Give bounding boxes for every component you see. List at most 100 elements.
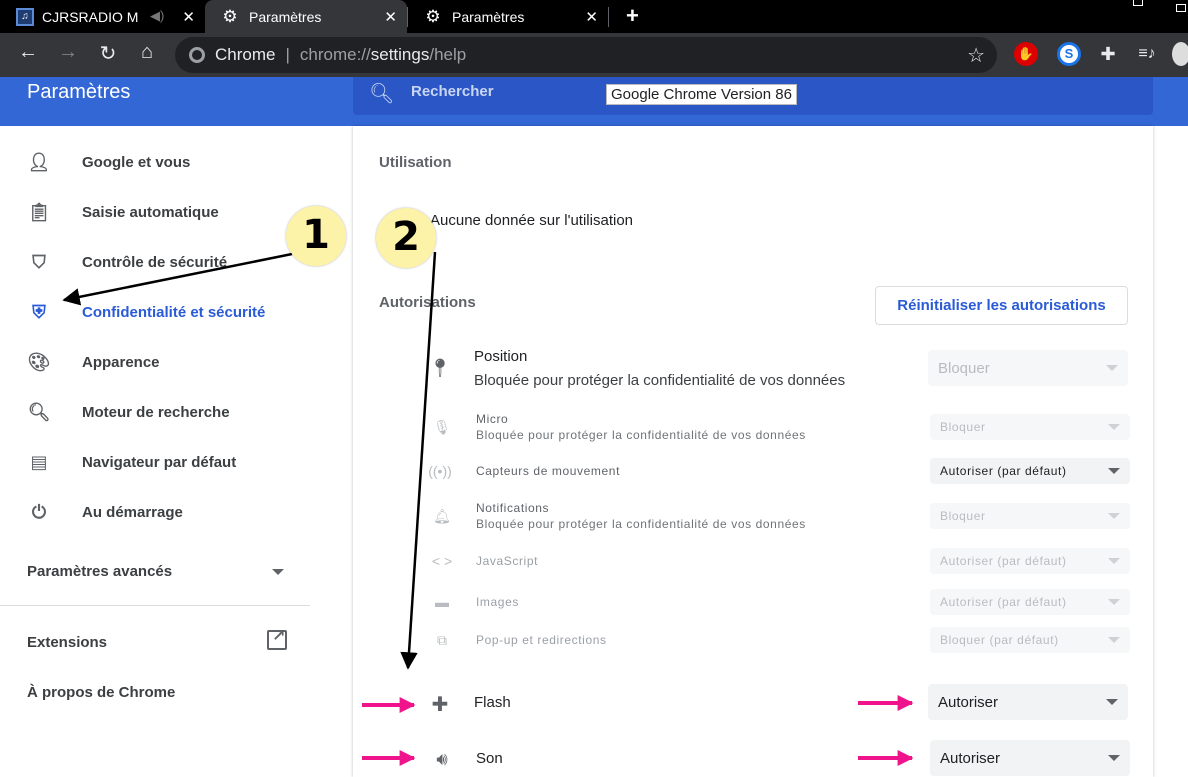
permission-name: Images [476, 595, 519, 609]
page-title: Paramètres [27, 81, 131, 103]
sidebar-item-label: Saisie automatique [82, 203, 219, 221]
gear-icon: ⚙ [425, 6, 441, 26]
code-icon: < > [431, 553, 453, 569]
permission-desc: Bloquée pour protéger la confidentialité… [474, 372, 846, 389]
omnibox-site-name: Chrome [215, 45, 276, 64]
extensions-puzzle-icon[interactable]: ✚ [1096, 42, 1120, 66]
permission-name: Position [474, 348, 528, 365]
permission-desc: Bloquée pour protéger la confidentialité… [476, 428, 806, 442]
sidebar-about-chrome[interactable]: À propos de Chrome [27, 684, 175, 701]
permission-name: Notifications [476, 501, 550, 515]
sidebar-divider [0, 605, 310, 606]
settings-sidebar: 👤︎ Google et vous 📋︎ Saisie automatique … [0, 126, 310, 777]
permission-name: Son [476, 750, 503, 767]
permission-name: JavaScript [476, 554, 539, 568]
reset-permissions-button[interactable]: Réinitialiser les autorisations [875, 286, 1128, 325]
browser-icon: ▤ [30, 451, 48, 472]
browser-toolbar: ← → ↻ ⌂ Chrome | chrome://settings/help … [0, 33, 1188, 77]
back-icon[interactable]: ← [14, 41, 42, 64]
sidebar-advanced[interactable]: Paramètres avancés [27, 563, 172, 580]
usage-text: Aucune donnée sur l'utilisation [430, 212, 633, 229]
sidebar-item-label: Confidentialité et sécurité [82, 303, 266, 321]
bell-icon: 🔔︎ [433, 508, 451, 524]
power-icon: ⏻ [31, 501, 47, 522]
permission-select[interactable]: Bloquer [928, 350, 1128, 386]
permission-name: Pop-up et redirections [476, 633, 607, 647]
popup-icon: ⧉ [437, 632, 447, 648]
sidebar-item-google[interactable]: 👤︎ Google et vous [0, 142, 310, 182]
omnibox-url: chrome://settings/help [300, 45, 466, 65]
tab-settings-2[interactable]: ⚙ Paramètres ✕ [408, 0, 608, 33]
sidebar-item-label: Au démarrage [82, 503, 183, 521]
chevron-down-icon[interactable] [272, 569, 284, 575]
mute-icon[interactable]: ◀) [150, 8, 164, 24]
sidebar-item-safety-check[interactable]: ⛉ Contrôle de sécurité [0, 242, 310, 282]
permission-desc: Bloquée pour protéger la confidentialité… [476, 517, 806, 531]
close-tab-icon[interactable]: ✕ [384, 8, 397, 26]
motion-sensor-icon: ((•)) [428, 463, 452, 479]
sidebar-item-label: Contrôle de sécurité [82, 253, 228, 271]
url-scheme: chrome:// [299, 45, 371, 64]
usage-title: Utilisation [379, 154, 452, 171]
tab-separator [608, 7, 609, 27]
profile-avatar[interactable] [1172, 42, 1188, 66]
window-restore-icon[interactable] [1176, 4, 1186, 12]
reload-icon[interactable]: ↻ [94, 41, 122, 66]
image-icon: ▬ [435, 594, 449, 610]
search-icon: 🔍︎ [369, 83, 395, 105]
sidebar-item-label: Navigateur par défaut [82, 453, 237, 471]
chrome-site-icon[interactable] [189, 47, 205, 63]
sidebar-item-label: Apparence [82, 353, 160, 371]
sidebar-item-startup[interactable]: ⏻ Au démarrage [0, 492, 310, 532]
permission-name: Micro [476, 412, 509, 426]
open-in-new-icon[interactable] [267, 626, 287, 650]
sidebar-item-privacy[interactable]: ⛨ Confidentialité et sécurité [0, 292, 310, 332]
permission-select[interactable]: Autoriser [930, 740, 1130, 776]
sidebar-item-appearance[interactable]: 🎨︎ Apparence [0, 342, 310, 382]
tab-title: Paramètres [452, 8, 525, 25]
permission-select[interactable]: Autoriser [928, 684, 1128, 720]
shield-check-icon: ⛉ [32, 251, 46, 272]
permission-select[interactable]: Bloquer [930, 414, 1130, 440]
permission-name: Capteurs de mouvement [476, 464, 621, 478]
annotation-badge-2: 2 [376, 208, 436, 268]
gear-icon: ⚙ [222, 6, 238, 26]
tab-radio[interactable]: ♫ CJRSRADIO M ◀) ✕ [0, 0, 205, 33]
version-tooltip: Google Chrome Version 86 [606, 84, 797, 105]
media-controls-icon[interactable]: ≡♪ [1135, 42, 1159, 66]
vpn-extension-icon[interactable]: S [1057, 42, 1081, 66]
sidebar-item-autofill[interactable]: 📋︎ Saisie automatique [0, 192, 310, 232]
annotation-badge-1: 1 [286, 206, 346, 266]
permission-select[interactable]: Autoriser (par défaut) [930, 589, 1130, 615]
permission-select[interactable]: Autoriser (par défaut) [930, 548, 1130, 574]
adblock-extension-icon[interactable]: ✋ [1014, 42, 1038, 66]
bookmark-star-icon[interactable]: ☆ [967, 43, 985, 68]
omnibox-divider: | [285, 45, 290, 64]
new-tab-icon[interactable]: + [626, 3, 639, 29]
tab-settings-1[interactable]: ⚙ Paramètres ✕ [205, 0, 407, 33]
permission-select[interactable]: Bloquer [930, 503, 1130, 529]
close-tab-icon[interactable]: ✕ [182, 8, 195, 26]
microphone-icon: 🎙︎ [433, 419, 451, 435]
close-tab-icon[interactable]: ✕ [585, 8, 598, 26]
settings-header: Paramètres 🔍︎ [0, 77, 1188, 126]
address-bar[interactable]: Chrome | chrome://settings/help ☆ [175, 37, 997, 73]
sidebar-extensions[interactable]: Extensions [27, 634, 107, 651]
window-restore-icon[interactable] [1133, 0, 1143, 6]
url-path: /help [429, 45, 467, 64]
tab-title: CJRSRADIO M [42, 8, 139, 25]
home-icon[interactable]: ⌂ [133, 41, 161, 64]
permission-select[interactable]: Autoriser (par défaut) [930, 458, 1130, 484]
sidebar-item-default-browser[interactable]: ▤ Navigateur par défaut [0, 442, 310, 482]
speaker-icon: 🔊︎ [436, 749, 448, 769]
permission-select[interactable]: Bloquer (par défaut) [930, 627, 1130, 653]
puzzle-icon: ✚ [431, 694, 449, 716]
forward-icon[interactable]: → [54, 41, 82, 64]
person-icon: 👤︎ [27, 151, 51, 172]
shield-icon: ⛨ [32, 301, 46, 322]
radio-favicon-icon: ♫ [16, 7, 34, 26]
location-pin-icon: 📍︎ [428, 358, 452, 378]
permission-name: Flash [474, 694, 511, 711]
sidebar-item-label: Google et vous [82, 153, 191, 171]
sidebar-item-search-engine[interactable]: 🔍︎ Moteur de recherche [0, 392, 310, 432]
